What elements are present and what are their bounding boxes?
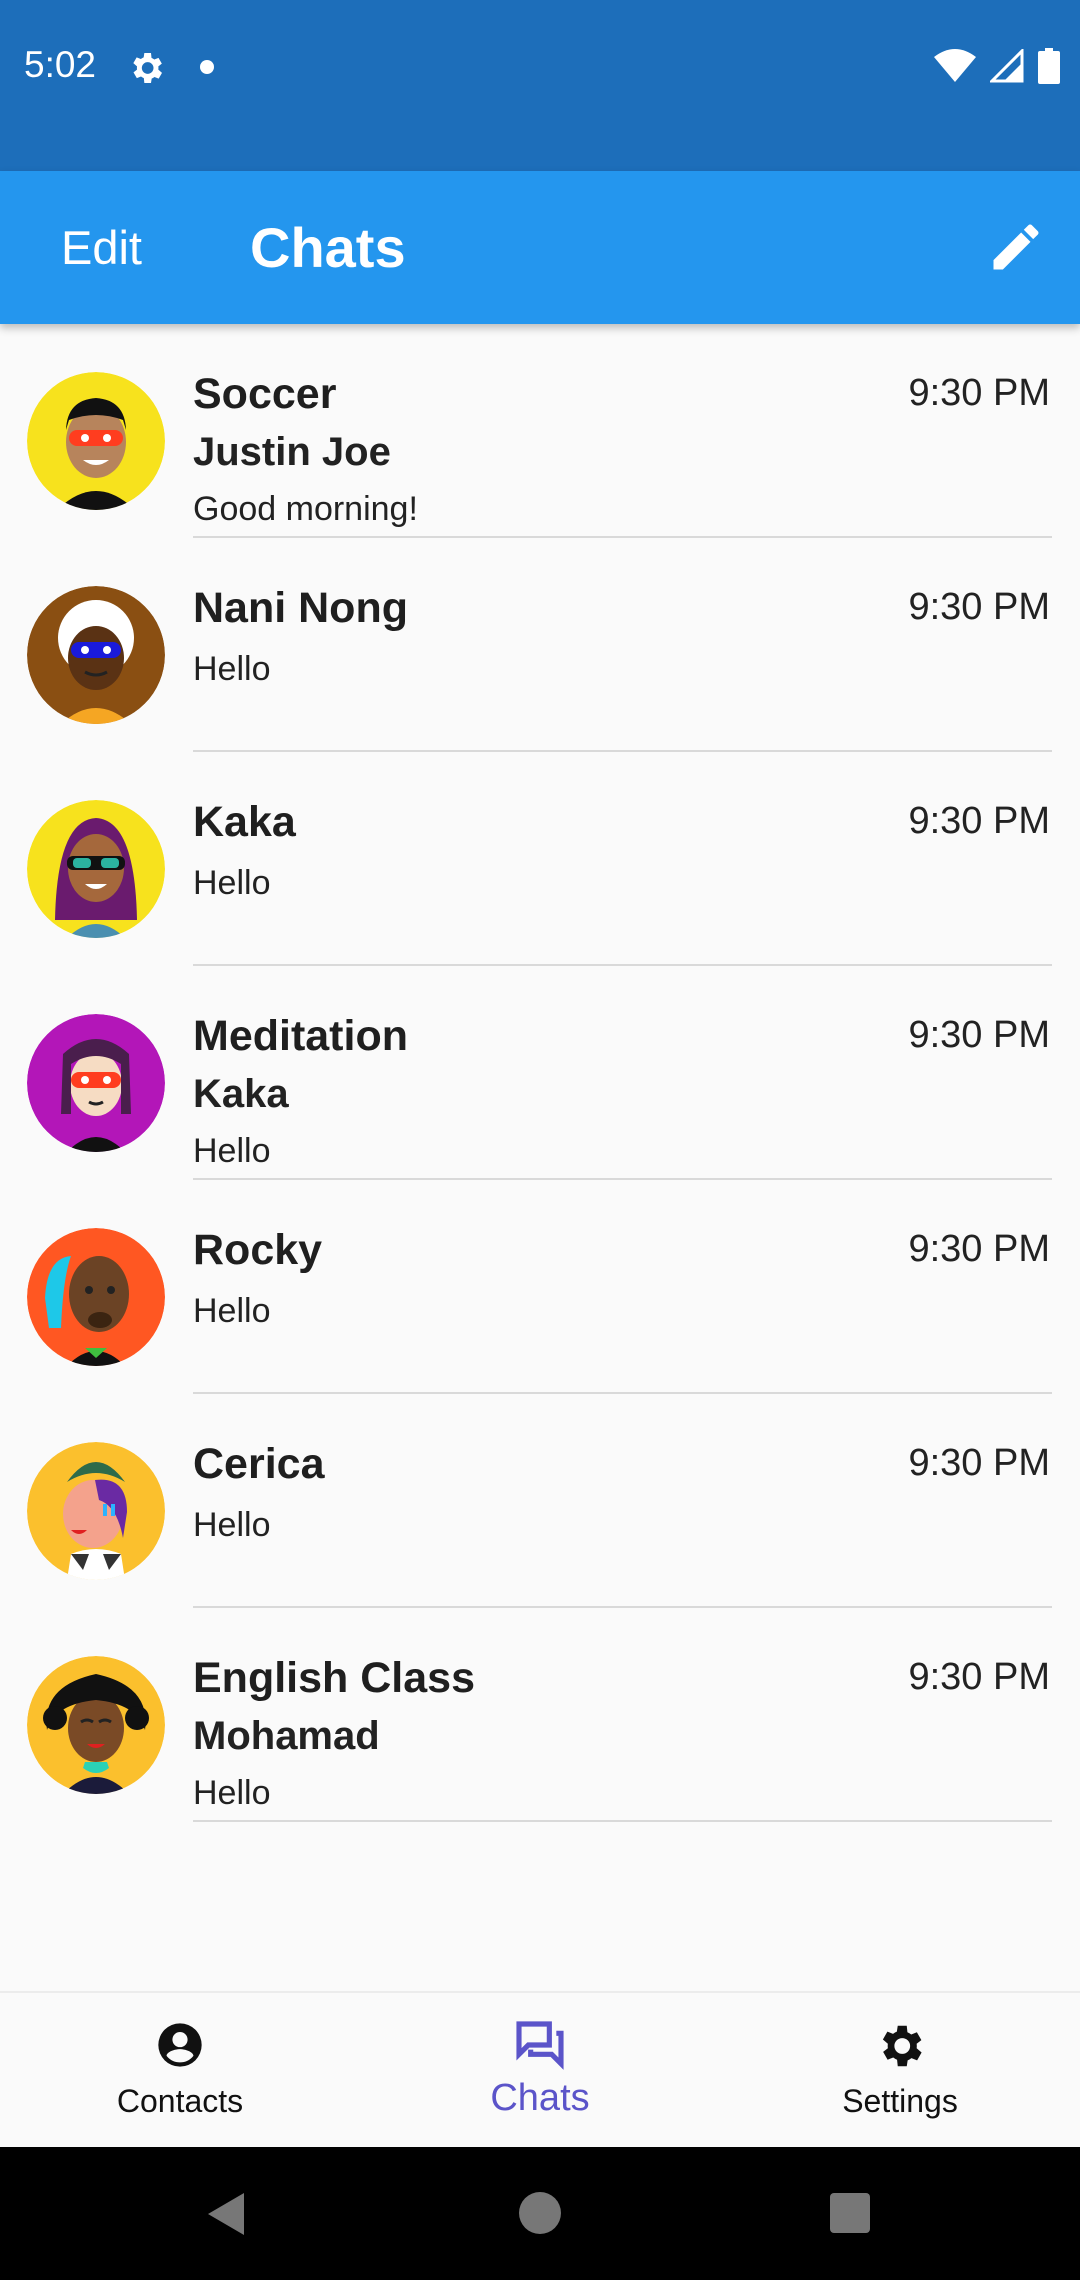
- bottom-navigation: Contacts Chats Settings: [0, 1991, 1080, 2149]
- chat-item-kaka[interactable]: Kaka 9:30 PM Hello: [0, 752, 1080, 966]
- notification-dot-icon: [200, 60, 214, 74]
- chat-list: Soccer 9:30 PM Justin Joe Good morning! …: [0, 324, 1080, 1822]
- chat-name: Nani Nong: [193, 584, 408, 632]
- chat-name: Kaka: [193, 798, 296, 846]
- nav-label-settings: Settings: [842, 2083, 958, 2119]
- avatar: [27, 800, 165, 938]
- chat-time: 9:30 PM: [908, 1228, 1050, 1270]
- settings-gear-icon: [133, 53, 162, 83]
- home-icon[interactable]: [518, 2191, 562, 2235]
- nav-tab-settings[interactable]: Settings: [720, 1993, 1080, 2149]
- chat-message: Hello: [193, 1506, 271, 1544]
- chat-item-cerica[interactable]: Cerica 9:30 PM Hello: [0, 1394, 1080, 1608]
- chat-sender: Justin Joe: [193, 430, 391, 474]
- chat-item-rocky[interactable]: Rocky 9:30 PM Hello: [0, 1180, 1080, 1394]
- chat-name: Rocky: [193, 1226, 323, 1274]
- avatar: [27, 1442, 165, 1580]
- avatar: [27, 1656, 165, 1794]
- account-circle-icon: [158, 2023, 202, 2067]
- battery-icon: [1038, 48, 1060, 84]
- chat-message: Hello: [193, 1132, 271, 1170]
- pencil-icon[interactable]: [986, 217, 1046, 277]
- recents-icon[interactable]: [828, 2191, 872, 2235]
- page-title: Chats: [250, 216, 406, 279]
- chat-message: Hello: [193, 864, 271, 902]
- avatar: [27, 1014, 165, 1152]
- chat-time: 9:30 PM: [908, 1442, 1050, 1484]
- app-bar: Edit Chats: [0, 171, 1080, 324]
- gear-icon: [882, 2025, 922, 2067]
- chat-item-meditation[interactable]: Meditation 9:30 PM Kaka Hello: [0, 966, 1080, 1180]
- signal-icon: [990, 49, 1024, 83]
- chat-time: 9:30 PM: [908, 800, 1050, 842]
- chat-time: 9:30 PM: [908, 372, 1050, 414]
- chat-name: Meditation: [193, 1012, 408, 1060]
- chat-message: Hello: [193, 1292, 271, 1330]
- chat-time: 9:30 PM: [908, 586, 1050, 628]
- chat-sender: Mohamad: [193, 1714, 380, 1758]
- chat-name: Soccer: [193, 370, 337, 418]
- chat-name: English Class: [193, 1654, 475, 1702]
- status-icons: [934, 48, 1060, 84]
- system-navigation-bar: [0, 2147, 1080, 2280]
- nav-tab-chats[interactable]: Chats: [360, 1993, 720, 2149]
- chat-message: Hello: [193, 650, 271, 688]
- edit-button[interactable]: Edit: [61, 220, 142, 275]
- avatar: [27, 372, 165, 510]
- chat-name: Cerica: [193, 1440, 325, 1488]
- avatar: [27, 1228, 165, 1366]
- chat-item-nani-nong[interactable]: Nani Nong 9:30 PM Hello: [0, 538, 1080, 752]
- wifi-icon: [934, 49, 976, 82]
- back-icon[interactable]: [204, 2191, 248, 2237]
- forum-icon: [516, 2021, 564, 2070]
- chat-item-english-class[interactable]: English Class 9:30 PM Mohamad Hello: [0, 1608, 1080, 1822]
- nav-label-chats: Chats: [490, 2077, 590, 2119]
- status-bar: 5:02: [0, 0, 1080, 171]
- nav-tab-contacts[interactable]: Contacts: [0, 1993, 360, 2149]
- chat-sender: Kaka: [193, 1072, 289, 1116]
- divider: [193, 1820, 1052, 1822]
- chat-item-soccer[interactable]: Soccer 9:30 PM Justin Joe Good morning!: [0, 324, 1080, 538]
- chat-message: Hello: [193, 1774, 271, 1812]
- chat-time: 9:30 PM: [908, 1014, 1050, 1056]
- nav-label-contacts: Contacts: [116, 2083, 244, 2119]
- status-time: 5:02: [24, 44, 97, 85]
- avatar: [27, 586, 165, 724]
- chat-message: Good morning!: [193, 490, 418, 528]
- chat-time: 9:30 PM: [908, 1656, 1050, 1698]
